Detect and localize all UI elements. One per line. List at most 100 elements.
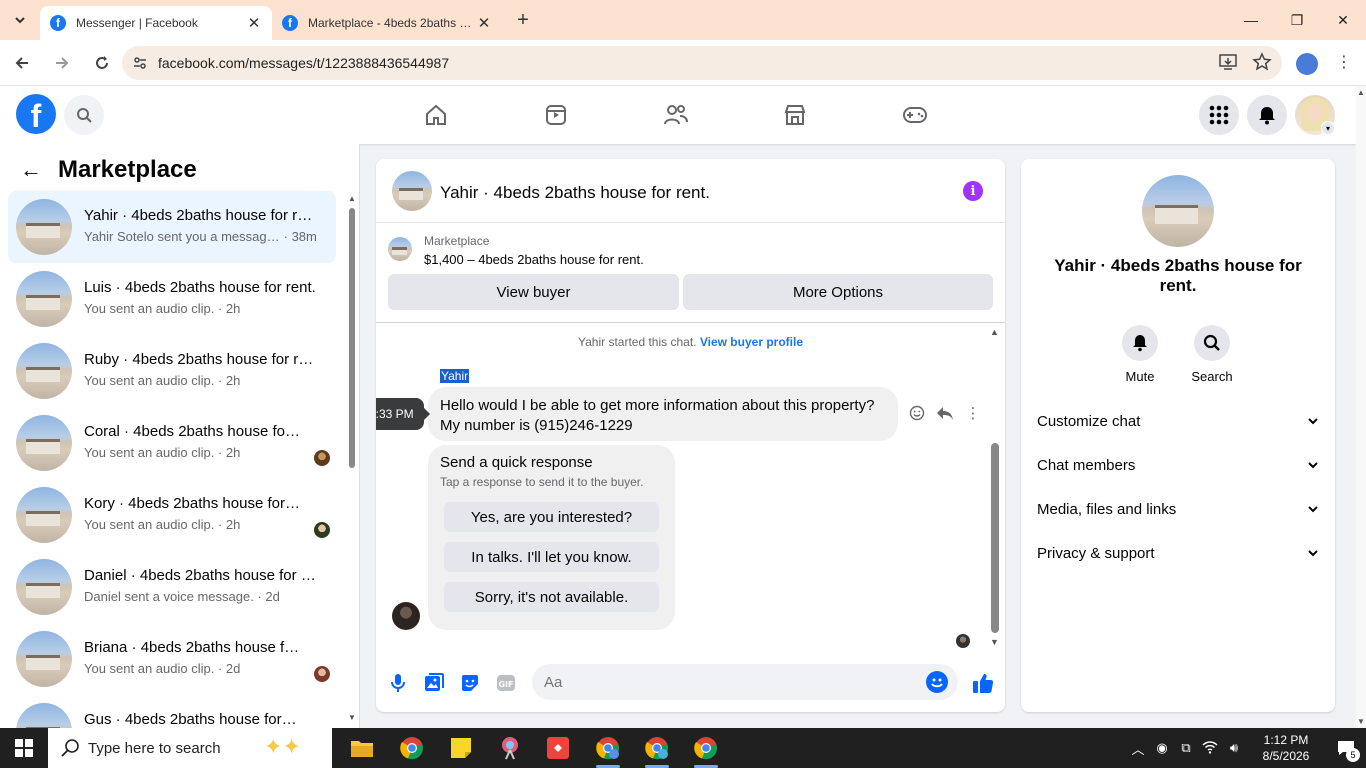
facebook-logo[interactable]: f [16,94,56,134]
gif-button[interactable]: GIF [495,672,517,694]
address-bar[interactable]: facebook.com/messages/t/1223888436544987 [122,46,1282,80]
close-tab-icon[interactable]: ✕ [476,14,492,32]
quick-response-title: Send a quick response [440,454,593,471]
close-tab-icon[interactable]: ✕ [246,14,262,32]
view-buyer-button[interactable]: View buyer [388,274,679,310]
conversation-item[interactable]: Coral · 4beds 2baths house for rent. You… [8,407,336,479]
message-input-wrapper[interactable] [532,664,958,700]
message-bubble[interactable]: Hello would I be able to get more inform… [428,387,898,441]
message-input[interactable] [544,673,924,691]
volume-icon[interactable]: 🔊︎ [1222,740,1246,756]
tab-search-button[interactable] [0,0,40,40]
back-button[interactable] [4,45,40,81]
conversation-item[interactable]: Gus · 4beds 2baths house for rent. [8,695,336,728]
conversation-item[interactable]: Yahir · 4beds 2baths house for rent. Yah… [8,191,336,263]
view-buyer-profile-link[interactable]: View buyer profile [700,335,803,349]
scrollbar-thumb[interactable] [991,443,999,633]
conversation-time: 2d [265,589,280,604]
tab-messenger[interactable]: f Messenger | Facebook ✕ [40,6,272,40]
browser-profile-avatar[interactable] [1296,53,1318,75]
snipping-icon [502,737,518,760]
section-media-files-links[interactable]: Media, files and links [1037,497,1319,521]
conversation-preview: Yahir Sotelo sent you a message about yo… [84,229,317,244]
clock-date: 8/5/2026 [1262,749,1310,763]
send-like-button[interactable] [971,672,995,694]
wifi-icon[interactable] [1198,740,1222,757]
file-explorer-app[interactable] [342,732,382,764]
attach-photo-button[interactable] [423,672,445,694]
emoji-picker-icon[interactable] [926,671,948,693]
voice-clip-button[interactable] [387,672,409,694]
marketplace-icon [784,105,806,125]
section-privacy-support[interactable]: Privacy & support [1037,541,1319,565]
chat-title[interactable]: Yahir · 4beds 2baths house for rent. [440,183,710,203]
section-chat-members[interactable]: Chat members [1037,453,1319,477]
restore-icon[interactable]: ❐ [1274,0,1320,40]
tab-marketplace[interactable]: f Marketplace - 4beds 2baths house for r… [272,6,502,40]
section-customize-chat[interactable]: Customize chat [1037,409,1319,433]
conversation-name: Yahir · 4beds 2baths house for rent. [84,207,318,224]
section-label: Privacy & support [1037,544,1155,562]
reply-icon[interactable] [936,404,954,422]
conversation-item[interactable]: Daniel · 4beds 2baths house for rent. Da… [8,551,336,623]
listing-price-title[interactable]: $1,400 – 4beds 2baths house for rent. [424,252,644,267]
buyer-avatar[interactable] [392,602,420,630]
new-tab-button[interactable]: + [508,9,538,32]
device-icon[interactable]: ⧉ [1174,740,1198,756]
bookmark-star-icon[interactable] [1252,52,1272,72]
conversation-item[interactable]: Luis · 4beds 2baths house for rent. You … [8,263,336,335]
chrome-app[interactable] [392,732,432,764]
back-arrow-icon[interactable]: ← [20,157,42,183]
more-options-button[interactable]: More Options [683,274,993,310]
chat-avatar[interactable] [392,171,432,211]
chevron-up-icon[interactable]: ︿ [1126,739,1150,758]
search-in-chat-button[interactable]: Search [1182,325,1242,384]
nav-marketplace[interactable] [778,99,812,131]
chrome-profile-app[interactable] [637,732,677,768]
record-icon[interactable]: ◉ [1150,740,1174,756]
nav-home[interactable] [419,99,453,131]
install-app-icon[interactable] [1218,52,1238,72]
close-window-icon[interactable]: ✕ [1320,0,1366,40]
info-icon[interactable]: i [963,181,983,201]
quick-response-button[interactable]: Sorry, it's not available. [444,582,659,612]
clock[interactable]: 1:12 PM 8/5/2026 [1246,732,1326,764]
conversation-item[interactable]: Kory · 4beds 2baths house for rent. You … [8,479,336,551]
nav-gaming[interactable] [898,99,932,131]
browser-menu-icon[interactable]: ⋮ [1336,52,1352,74]
sticker-button[interactable] [459,672,481,694]
taskbar-search-box[interactable]: Type here to search ✦✦ [48,728,332,768]
page-scrollbar[interactable]: ▲ ▼ [1356,86,1366,728]
notification-center-button[interactable]: 5 [1326,728,1366,768]
quick-response-button[interactable]: Yes, are you interested? [444,502,659,532]
conversation-item[interactable]: Briana · 4beds 2baths house for rent. Yo… [8,623,336,695]
divider [376,322,1005,323]
snipping-app[interactable] [490,732,530,764]
reload-button[interactable] [84,45,120,81]
mute-button[interactable]: Mute [1110,325,1170,384]
chrome-profile-app[interactable] [588,732,628,768]
nav-friends[interactable] [659,99,693,131]
quick-response-button[interactable]: In talks. I'll let you know. [444,542,659,572]
conversation-preview: You sent an audio clip. · 2h [84,373,241,388]
start-button[interactable] [0,728,48,768]
anydesk-app[interactable] [538,732,578,764]
facebook-search-button[interactable] [64,95,104,135]
more-actions-icon[interactable]: ⋮ [964,404,982,422]
nav-watch[interactable] [539,99,573,131]
site-info-icon[interactable] [132,55,148,71]
chevron-down-icon[interactable]: ▾ [1321,121,1335,135]
scrollbar-thumb[interactable] [349,208,355,468]
chrome-profile-app[interactable] [686,732,726,768]
details-avatar[interactable] [1142,175,1214,247]
minimize-icon[interactable]: — [1228,0,1274,40]
forward-button[interactable] [44,45,80,81]
listing-thumbnail[interactable] [388,237,412,261]
sidebar-scrollbar[interactable]: ▲ ▼ [348,194,356,722]
conversation-item[interactable]: Ruby · 4beds 2baths house for rent. You … [8,335,336,407]
sticky-notes-app[interactable] [441,732,481,764]
chat-scrollbar[interactable]: ▲ ▼ [988,327,1002,647]
menu-button[interactable] [1199,95,1239,135]
react-emoji-icon[interactable] [908,404,926,422]
notifications-button[interactable] [1247,95,1287,135]
